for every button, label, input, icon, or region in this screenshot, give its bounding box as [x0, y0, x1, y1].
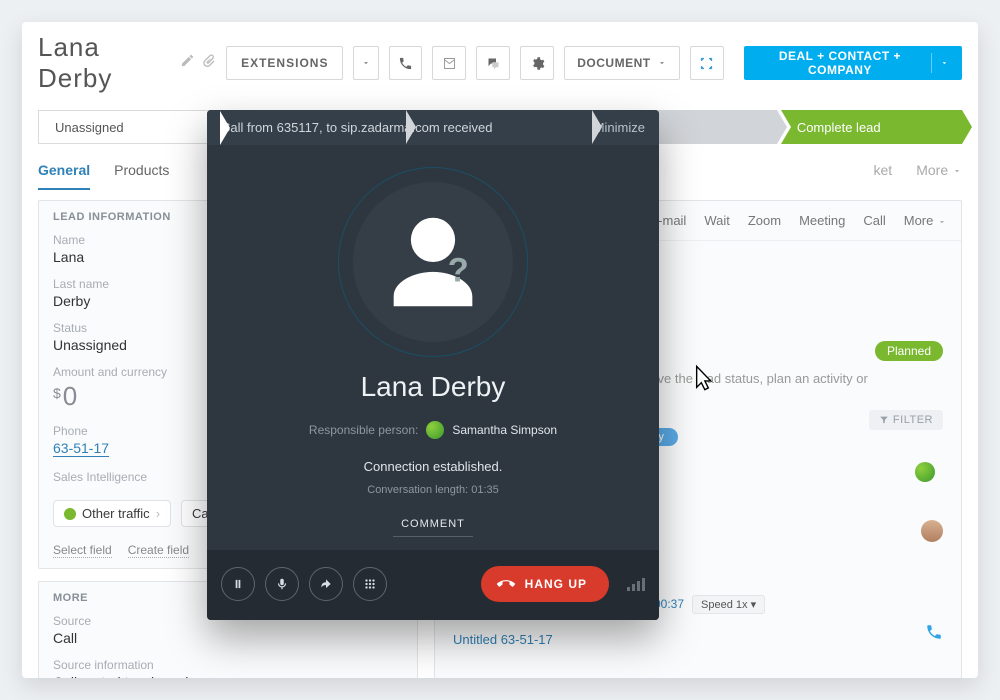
extensions-button[interactable]: EXTENSIONS: [226, 46, 343, 80]
action-wait[interactable]: Wait: [704, 213, 730, 228]
action-zoom[interactable]: Zoom: [748, 213, 781, 228]
document-button[interactable]: DOCUMENT: [564, 46, 679, 80]
select-field-link[interactable]: Select field: [53, 543, 112, 558]
tab-more[interactable]: More: [916, 162, 962, 190]
signal-icon: [627, 577, 645, 591]
action-meeting[interactable]: Meeting: [799, 213, 845, 228]
pause-button[interactable]: [221, 567, 255, 601]
dialpad-button[interactable]: [353, 567, 387, 601]
stage-unassigned[interactable]: Unassigned: [38, 110, 221, 144]
tab-general[interactable]: General: [38, 162, 90, 190]
speed-button[interactable]: Speed 1x ▾: [692, 595, 765, 614]
attachment-icon[interactable]: [201, 53, 216, 73]
avatar-human: [921, 520, 943, 542]
responsible-name[interactable]: Samantha Simpson: [452, 423, 557, 437]
responsible-label: Responsible person:: [309, 423, 418, 437]
forward-button[interactable]: [309, 567, 343, 601]
page-title: Lana Derby: [38, 32, 166, 94]
action-call[interactable]: Call: [863, 213, 885, 228]
settings-button[interactable]: [520, 46, 554, 80]
action-more[interactable]: More: [904, 213, 947, 228]
dot-icon: [64, 508, 76, 520]
conversation-length: Conversation length: 01:35: [207, 484, 659, 496]
create-field-link[interactable]: Create field: [128, 543, 189, 558]
call-record-title[interactable]: Untitled 63-51-17: [453, 632, 553, 647]
source-value[interactable]: Call: [53, 630, 403, 646]
stage-complete[interactable]: Complete lead: [781, 110, 962, 144]
hangup-button[interactable]: HANG UP: [481, 566, 609, 602]
call-modal-title: Call from 635117, to sip.zadarma.com rec…: [221, 120, 492, 135]
call-modal: Call from 635117, to sip.zadarma.com rec…: [207, 110, 659, 620]
sourceinfo-label: Source information: [53, 658, 403, 672]
phone-icon[interactable]: [925, 623, 943, 646]
phone-button[interactable]: [389, 46, 423, 80]
chat-button[interactable]: [476, 46, 510, 80]
phone-value[interactable]: 63-51-17: [53, 440, 109, 457]
responsible-avatar: [426, 421, 444, 439]
tab-market[interactable]: ket: [874, 162, 893, 190]
svg-text:?: ?: [448, 252, 469, 290]
chip-other-traffic[interactable]: Other traffic›: [53, 500, 171, 527]
pencil-icon[interactable]: [180, 53, 195, 73]
action-email[interactable]: -mail: [658, 213, 686, 228]
filter-button[interactable]: FILTER: [869, 410, 943, 430]
mouse-cursor-icon: [692, 364, 720, 392]
caller-name: Lana Derby: [207, 371, 659, 403]
connection-status: Connection established.: [207, 459, 659, 474]
avatar-green: [915, 462, 935, 482]
hint-text: itMove the lead status, plan an activity…: [613, 371, 943, 386]
mic-button[interactable]: [265, 567, 299, 601]
comment-button[interactable]: COMMENT: [207, 518, 659, 536]
scan-button[interactable]: [690, 46, 724, 80]
deal-contact-company-button[interactable]: DEAL + CONTACT + COMPANY: [744, 46, 962, 80]
planned-badge: Planned: [875, 341, 943, 361]
mail-button[interactable]: [432, 46, 466, 80]
tab-products[interactable]: Products: [114, 162, 169, 190]
extensions-caret[interactable]: [353, 46, 378, 80]
caller-avatar: ?: [338, 167, 528, 357]
sourceinfo-value[interactable]: Call routed to: sip.zadarma.com.: [53, 674, 403, 678]
